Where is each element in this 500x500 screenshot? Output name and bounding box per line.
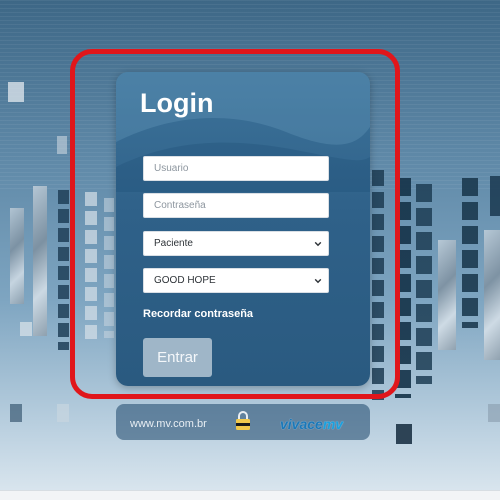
footer-url-link[interactable]: www.mv.com.br: [130, 418, 207, 430]
brand-logo-suffix: mv: [322, 416, 344, 432]
bg-tile: [396, 424, 412, 444]
bg-tile: [488, 404, 500, 422]
bg-tile: [8, 82, 24, 102]
bg-tile: [416, 184, 432, 384]
bg-tile: [20, 322, 32, 336]
panel-footer: www.mv.com.br vivacemv: [116, 404, 370, 440]
padlock-icon: [236, 411, 250, 430]
bg-photo-tile: [10, 208, 24, 304]
brand-logo: vivacemv: [280, 416, 343, 432]
bg-photo-tile: [438, 240, 456, 350]
bg-tile: [57, 136, 67, 154]
bg-tile: [490, 176, 500, 216]
bg-tile: [58, 190, 69, 350]
bg-tile: [462, 178, 478, 328]
bg-photo-tile: [33, 186, 47, 336]
brand-logo-prefix: vivace: [280, 416, 323, 432]
bg-tile: [57, 404, 69, 422]
bottom-bar: [0, 490, 500, 500]
bg-tile: [10, 404, 22, 422]
highlight-box: [70, 49, 400, 399]
bg-photo-tile: [484, 230, 500, 360]
